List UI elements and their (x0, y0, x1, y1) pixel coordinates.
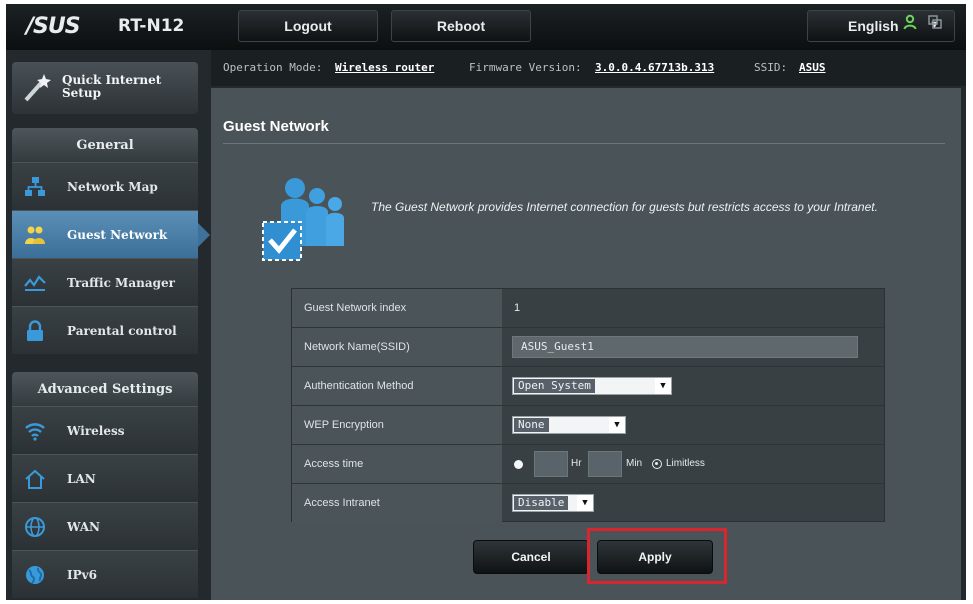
client-status-icon[interactable] (903, 14, 919, 30)
guest-network-index-value: 1 (514, 302, 521, 314)
ipv6-globe-icon (26, 566, 44, 584)
home-icon (25, 469, 45, 489)
authentication-method-label: Authentication Method (292, 367, 502, 405)
top-bar: /SUS RT-N12 Logout Reboot English ▼ (6, 4, 966, 50)
authentication-method-value: Open System (514, 379, 595, 393)
quick-internet-setup-button[interactable]: Quick Internet Setup (12, 62, 198, 114)
usb-status-icon[interactable] (927, 14, 943, 30)
guest-network-illustration-icon (262, 178, 344, 261)
network-name-label: Network Name(SSID) (292, 328, 502, 366)
network-map-icon (25, 177, 45, 196)
access-time-hours-input[interactable] (534, 451, 568, 477)
quick-internet-setup-label: Quick Internet Setup (62, 73, 162, 100)
access-time-label: Access time (292, 445, 502, 483)
title-divider (223, 143, 945, 144)
access-time-limitless-radio[interactable] (652, 459, 662, 469)
globe-icon (25, 517, 45, 537)
firmware-link[interactable]: 3.0.0.4.67713b.313 (595, 61, 714, 74)
firmware-label: Firmware Version: (469, 61, 582, 74)
traffic-manager-icon (24, 275, 46, 291)
access-intranet-label: Access Intranet (292, 484, 502, 522)
ssid-link[interactable]: ASUS (799, 61, 826, 74)
operation-mode-label: Operation Mode: (223, 61, 323, 74)
sidebar-item-ipv6[interactable]: IPv6 (12, 550, 198, 598)
sidebar-item-wan[interactable]: WAN (12, 502, 198, 550)
main-panel: Guest Network The Guest Network provides… (211, 88, 961, 600)
sidebar-item-traffic-manager[interactable]: Traffic Manager (12, 258, 198, 306)
dropdown-arrow-icon: ▼ (655, 378, 671, 394)
logout-button[interactable]: Logout (238, 10, 378, 42)
hours-unit-label: Hr (571, 458, 582, 469)
wifi-icon (25, 423, 45, 441)
row-network-name: Network Name(SSID) ASUS_Guest1 (292, 328, 884, 367)
guest-network-icon (25, 226, 45, 244)
row-guest-network-index: Guest Network index 1 (292, 289, 884, 328)
sidebar-item-label: LAN (67, 472, 96, 486)
lock-icon (27, 320, 43, 341)
sidebar-item-guest-network[interactable]: Guest Network (12, 210, 210, 258)
sidebar-item-wireless[interactable]: Wireless (12, 406, 198, 454)
sidebar-item-label: Wireless (67, 424, 125, 438)
guest-network-form: Guest Network index 1 Network Name(SSID)… (291, 288, 885, 522)
access-time-minutes-input[interactable] (588, 451, 622, 477)
operation-mode-link[interactable]: Wireless router (335, 61, 434, 74)
dropdown-arrow-icon: ▼ (609, 417, 625, 433)
sidebar-item-parental-control[interactable]: Parental control (12, 306, 198, 354)
sidebar-item-label: Network Map (67, 180, 158, 194)
wep-encryption-select[interactable]: None ▼ (512, 416, 626, 434)
advanced-settings-title: Advanced Settings (12, 372, 198, 406)
general-section-title: General (12, 128, 198, 162)
language-value: English (848, 18, 899, 34)
limitless-label: Limitless (666, 458, 705, 469)
sidebar-item-lan[interactable]: LAN (12, 454, 198, 502)
ssid-label: SSID: (754, 61, 788, 74)
magic-wand-icon (24, 74, 51, 102)
access-intranet-value: Disable (514, 496, 569, 510)
asus-logo: /SUS (26, 14, 81, 39)
router-model: RT-N12 (118, 16, 185, 36)
sidebar-item-label: Guest Network (67, 228, 168, 242)
guest-network-description: The Guest Network provides Internet conn… (371, 200, 878, 214)
ssid-input[interactable]: ASUS_Guest1 (512, 336, 858, 358)
sidebar-item-label: IPv6 (67, 568, 97, 582)
page-title: Guest Network (223, 118, 329, 135)
access-time-limited-radio[interactable] (514, 460, 523, 469)
row-wep-encryption: WEP Encryption None ▼ (292, 406, 884, 445)
authentication-method-select[interactable]: Open System ▼ (512, 377, 672, 395)
row-authentication-method: Authentication Method Open System ▼ (292, 367, 884, 406)
sidebar-item-label: Traffic Manager (67, 276, 175, 290)
sidebar-item-label: Parental control (67, 324, 177, 338)
row-access-intranet: Access Intranet Disable ▼ (292, 484, 884, 523)
dropdown-arrow-icon: ▼ (577, 495, 593, 511)
minutes-unit-label: Min (626, 458, 643, 469)
sidebar-item-network-map[interactable]: Network Map (12, 162, 198, 210)
router-admin-window: /SUS RT-N12 Logout Reboot English ▼ Oper… (6, 4, 966, 600)
row-access-time: Access time Hr Min Limitless (292, 445, 884, 484)
access-intranet-select[interactable]: Disable ▼ (512, 494, 594, 512)
status-bar: Operation Mode: Wireless router Firmware… (211, 50, 966, 86)
apply-highlight-box (587, 528, 727, 584)
guest-network-index-label: Guest Network index (292, 289, 502, 327)
cancel-button[interactable]: Cancel (473, 540, 589, 574)
sidebar: Quick Internet Setup General Network Map… (6, 50, 211, 600)
sidebar-item-label: WAN (67, 520, 100, 534)
wep-encryption-label: WEP Encryption (292, 406, 502, 444)
reboot-button[interactable]: Reboot (391, 10, 531, 42)
wep-encryption-value: None (514, 418, 549, 432)
